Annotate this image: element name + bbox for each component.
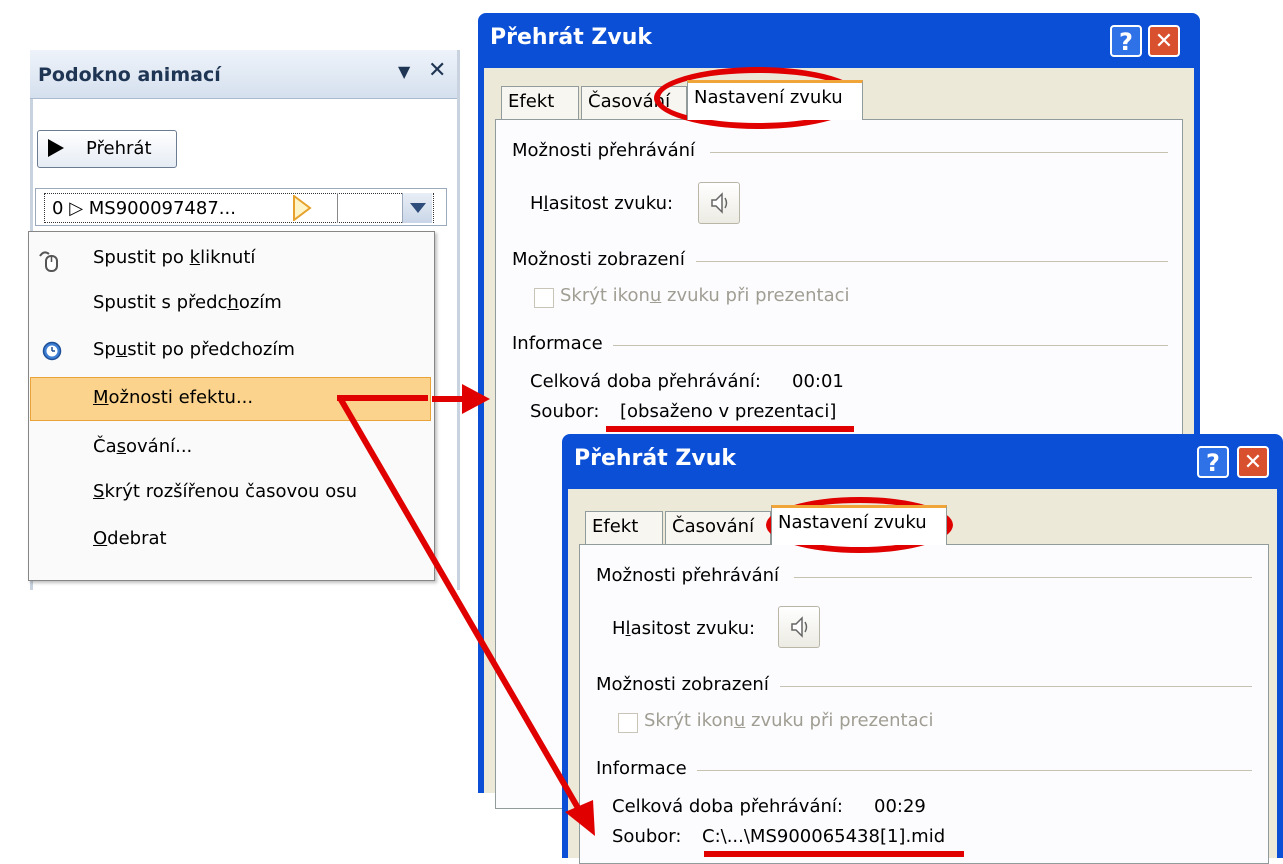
arrow-to-dialog-2-head (565, 800, 595, 836)
arrow-to-dialog-1-head (462, 384, 490, 414)
arrow-to-dialog-2-shaft (337, 396, 581, 810)
annotation-arrows (337, 384, 595, 836)
tab-sound-settings[interactable]: Nastavení zvuku (771, 505, 947, 545)
tab-sound-settings[interactable]: Nastavení zvuku (687, 80, 863, 120)
